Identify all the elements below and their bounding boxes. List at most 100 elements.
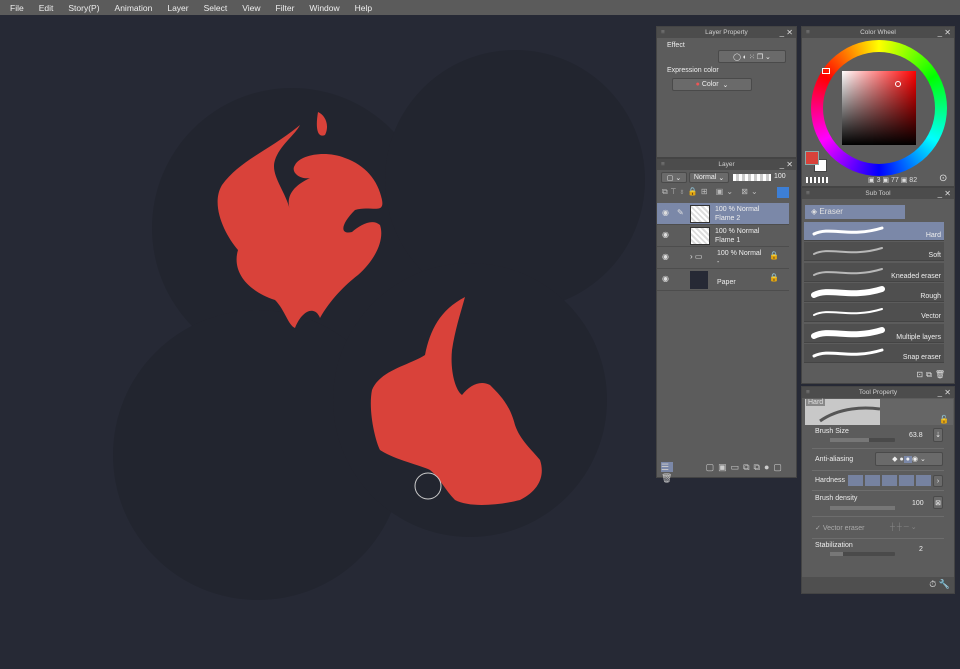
sub-tool-item[interactable]: Kneaded eraser (804, 262, 944, 282)
transparent-color-icon[interactable] (806, 177, 828, 183)
layer-mode: 100 % Normal (717, 250, 762, 257)
preview-label: Hard (806, 399, 826, 406)
eye-icon[interactable]: ◉ (662, 208, 669, 217)
layer-list-icon[interactable]: ☰ (661, 462, 674, 472)
layer-color-icon[interactable] (777, 187, 789, 198)
eye-icon[interactable]: ◉ (662, 252, 669, 261)
brush-density-row: Brush density 100 ⊠ (812, 491, 944, 517)
folder-icon[interactable]: › ▭ (690, 252, 702, 261)
stabilization-value[interactable]: 2 (919, 546, 923, 553)
menu-help[interactable]: Help (355, 3, 372, 13)
sub-tool-item[interactable]: Snap eraser (804, 343, 944, 363)
brush-density-value[interactable]: 100 (912, 500, 924, 507)
effect-buttons[interactable]: ◯ ◐ ⁙ ❐ ⌄ (718, 50, 786, 63)
stabilization-slider[interactable] (830, 552, 895, 556)
eye-icon[interactable]: ◉ (662, 230, 669, 239)
eye-icon[interactable]: ◉ (662, 274, 669, 283)
sub-tool-label: Vector (921, 313, 941, 321)
layer-toolbar[interactable]: ⧉⊤♁🔒⊞ ▣⌄ ⊠⌄ (662, 187, 761, 197)
density-pressure-button[interactable]: ⊠ (933, 496, 943, 509)
layer-bottom-toolbar[interactable]: ☰ ▢▣▭⧉⧉●▢🗑 (661, 462, 796, 484)
opacity-value[interactable]: 100 (774, 173, 786, 180)
blend-mode-value: Normal (693, 174, 717, 181)
lock-icon[interactable]: 🔒 (769, 273, 779, 282)
brush-density-label: Brush density (815, 495, 858, 502)
main-color-swatch[interactable] (805, 151, 819, 165)
hardness-selector[interactable] (848, 475, 931, 486)
panel-title: Color Wheel (860, 29, 896, 36)
stabilization-label: Stabilization (815, 542, 853, 549)
sub-tool-item[interactable]: Vector (804, 303, 944, 323)
sub-tool-actions[interactable]: ⊡⧉🗑 (916, 370, 948, 380)
tool-settings-icons[interactable]: ⏱ 🔧 (929, 579, 950, 590)
pressure-settings-button[interactable]: ⇣ (933, 428, 943, 442)
opacity-slider[interactable] (733, 174, 771, 181)
sub-tool-label: Snap eraser (902, 353, 941, 361)
layer-row-flame-1[interactable]: ◉ 100 % Normal Flame 1 (657, 225, 789, 247)
hardness-next-button[interactable]: › (933, 475, 943, 487)
menu-story[interactable]: Story(P) (68, 3, 99, 13)
panel-close-icon[interactable]: _ ✕ (780, 159, 793, 170)
color-wheel-panel: ≡ Color Wheel _ ✕ ▣ 3 ▣ 77 ▣ 82 ⊙ (801, 26, 955, 187)
saturation-value-square[interactable] (842, 71, 916, 145)
panel-close-icon[interactable]: _ ✕ (938, 27, 951, 38)
stroke-preview-icon (811, 285, 885, 298)
anti-aliasing-row: Anti-aliasing ◆ ● ● ◉ ⌄ (812, 449, 944, 471)
layer-color-dropdown[interactable]: ▢ ⌄ (661, 172, 687, 183)
sub-tool-item[interactable]: Hard (804, 222, 944, 241)
brush-size-value[interactable]: 63.8 (909, 432, 923, 439)
menu-edit[interactable]: Edit (39, 3, 54, 13)
menu-filter[interactable]: Filter (276, 3, 295, 13)
sub-tool-item[interactable]: Multiple layers (804, 323, 944, 343)
hue-cursor[interactable] (822, 68, 830, 74)
menu-window[interactable]: Window (309, 3, 339, 13)
stroke-preview-icon (813, 267, 883, 276)
vector-eraser-row: ✓ Vector eraser ┼ ┼ ─ ⌄ (812, 517, 944, 539)
brush-density-slider[interactable] (830, 506, 895, 510)
layer-thumbnail (690, 205, 710, 223)
panel-close-icon[interactable]: _ ✕ (938, 188, 951, 199)
menu-layer[interactable]: Layer (167, 3, 188, 13)
hardness-label: Hardness (815, 477, 845, 484)
layer-mode: 100 % Normal (715, 206, 760, 213)
menu-file[interactable]: File (10, 3, 24, 13)
blend-mode-dropdown[interactable]: Normal ⌄ (689, 172, 729, 183)
hue-value: 3 (876, 177, 881, 184)
sub-tool-item[interactable]: Rough (804, 282, 944, 302)
panel-close-icon[interactable]: _ ✕ (780, 27, 793, 38)
layer-row-paper[interactable]: ◉ Paper 🔒 (657, 269, 789, 291)
background-circles (113, 50, 645, 600)
menu-animation[interactable]: Animation (115, 3, 153, 13)
tool-group-label: Eraser (819, 207, 843, 216)
layer-row-folder[interactable]: ◉ › ▭ 100 % Normal - 🔒 (657, 247, 789, 269)
stabilization-row: Stabilization 2 (812, 539, 944, 561)
tool-group-tab[interactable]: ◈ Eraser (805, 205, 905, 219)
vector-eraser-label: Vector eraser (822, 525, 865, 532)
stroke-preview-icon (813, 247, 883, 256)
hardness-row: Hardness › (812, 471, 944, 491)
stroke-preview-icon (811, 326, 885, 339)
hsv-readout: ▣ 3 ▣ 77 ▣ 82 (868, 177, 918, 184)
pen-icon: ✎ (677, 208, 684, 217)
layer-name: - (717, 259, 720, 266)
menu-select[interactable]: Select (204, 3, 228, 13)
vector-eraser-checkbox[interactable]: ✓ Vector eraser (815, 524, 864, 532)
layer-panel: ≡ Layer _ ✕ ▢ ⌄ Normal ⌄ 100 ⧉⊤♁🔒⊞ ▣⌄ ⊠⌄ ◉… (656, 158, 797, 483)
stroke-preview-icon (812, 226, 884, 236)
color-picker-cursor[interactable] (895, 81, 901, 87)
anti-aliasing-selector[interactable]: ◆ ● ● ◉ ⌄ (875, 452, 943, 466)
value-value: 82 (909, 177, 918, 184)
brush-size-slider[interactable] (830, 438, 895, 442)
expression-color-dropdown[interactable]: ● Color ⌄ (672, 78, 752, 91)
brush-size-label: Brush Size (815, 428, 849, 435)
unlock-icon[interactable]: 🔓 (939, 415, 949, 424)
lock-icon[interactable]: 🔒 (769, 251, 779, 260)
brush-size-row: Brush Size 63.8 ⇣ (812, 427, 944, 449)
menu-view[interactable]: View (242, 3, 260, 13)
layer-row-flame-2[interactable]: ◉ ✎ 100 % Normal Flame 2 (657, 203, 789, 225)
color-mode-icon[interactable]: ⊙ (939, 173, 947, 184)
sub-tool-item[interactable]: Soft (804, 242, 944, 262)
panel-close-icon[interactable]: _ ✕ (938, 387, 951, 398)
expression-color-label: Expression color (667, 67, 719, 74)
vector-eraser-mode-icons[interactable]: ┼ ┼ ─ ⌄ (890, 523, 917, 531)
